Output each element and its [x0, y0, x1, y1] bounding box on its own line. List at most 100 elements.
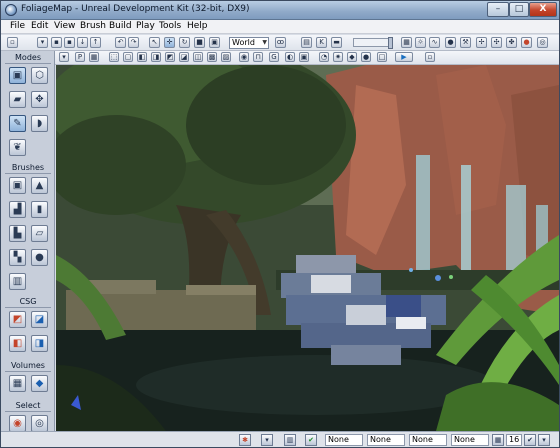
open-map-button[interactable]: ▾ [37, 37, 48, 48]
material-button[interactable]: ◔ [319, 52, 329, 62]
csg-add-button[interactable]: ◩ [9, 311, 26, 328]
menu-play[interactable]: Play [136, 21, 155, 31]
mesh-button[interactable]: ◆ [347, 52, 357, 62]
light-complexity-button[interactable]: ◩ [165, 52, 175, 62]
grid-size-toggle[interactable]: ▦ [492, 434, 504, 446]
texture-align-button[interactable]: ◗ [31, 115, 48, 132]
cylinder-brush-button[interactable]: ▮ [31, 201, 48, 218]
kismet-button[interactable]: K [316, 37, 327, 48]
csg-intersect-button[interactable]: ◧ [9, 335, 26, 352]
content-browser-button[interactable]: ◎ [537, 37, 548, 48]
menu-tools[interactable]: Tools [159, 21, 181, 31]
linear-stair-button[interactable]: ▙ [9, 225, 26, 242]
drag-grid-toggle[interactable]: ▾ [261, 434, 273, 446]
lit-lightmap-button[interactable]: ▨ [221, 52, 231, 62]
import-button[interactable]: ↓ [77, 37, 88, 48]
deselect-button[interactable]: ◎ [31, 415, 48, 432]
menu-file[interactable]: File [10, 21, 25, 31]
cube-brush-button[interactable]: ▣ [9, 177, 26, 194]
record-button[interactable]: ● [521, 37, 532, 48]
geometry-mode-button[interactable]: ⬡ [31, 67, 48, 84]
perspective-toggle[interactable]: P [75, 52, 85, 62]
new-map-button[interactable]: ▫ [7, 37, 18, 48]
particle-button[interactable]: ✷ [333, 52, 343, 62]
slider-knob[interactable] [388, 37, 393, 49]
grid-options-button[interactable]: ▾ [538, 434, 550, 446]
select-actors-button[interactable]: ◉ [9, 415, 26, 432]
menu-brush[interactable]: Brush [80, 21, 106, 31]
lit-button[interactable]: ◧ [137, 52, 147, 62]
volume-list-button[interactable]: ◆ [31, 375, 48, 392]
show-flags-button[interactable]: ◐ [285, 52, 295, 62]
redo-button[interactable]: ↷ [128, 37, 139, 48]
lock-viewport-button[interactable]: ⊓ [253, 52, 263, 62]
close-button[interactable]: X [529, 2, 557, 17]
undo-button[interactable]: ↶ [115, 37, 126, 48]
generic-browser-button[interactable]: ▤ [301, 37, 312, 48]
sphere-brush-button[interactable]: ● [31, 249, 48, 266]
move-mode-button[interactable]: ✥ [31, 91, 48, 108]
grid-size-value[interactable]: 16 [506, 434, 522, 446]
unlit-button[interactable]: ▢ [123, 52, 133, 62]
scale-tool-button[interactable]: ■ [194, 37, 205, 48]
rotation-grid-toggle[interactable]: ▥ [284, 434, 296, 446]
wireframe-toggle[interactable]: ▦ [89, 52, 99, 62]
export-button[interactable]: ↑ [90, 37, 101, 48]
play-on-pc-button[interactable]: ✣ [491, 37, 502, 48]
scale-grid-toggle[interactable]: ✔ [305, 434, 317, 446]
rotate-tool-button[interactable]: ↻ [179, 37, 190, 48]
curved-stair-button[interactable]: ▟ [9, 201, 26, 218]
spiral-stair-button[interactable]: ▚ [9, 249, 26, 266]
sheet-brush-button[interactable]: ▱ [31, 225, 48, 242]
camera-speed-slider[interactable] [353, 37, 393, 49]
coordinate-system-select[interactable]: World ▼ [229, 37, 269, 49]
maximize-viewport-button[interactable]: □ [377, 52, 387, 62]
build-lighting-button[interactable]: ☼ [415, 37, 426, 48]
lightmap-density-button[interactable]: ▩ [207, 52, 217, 62]
csg-deintersect-button[interactable]: ◨ [31, 335, 48, 352]
csg-subtract-button[interactable]: ◪ [31, 311, 48, 328]
matinee-button[interactable]: ▬ [331, 37, 342, 48]
save-button[interactable]: ▪ [51, 37, 62, 48]
menu-edit[interactable]: Edit [31, 21, 48, 31]
terrain-mode-button[interactable]: ▰ [9, 91, 26, 108]
add-volume-button[interactable]: ▦ [9, 375, 26, 392]
camera-mode-button[interactable]: ▣ [9, 67, 26, 84]
viewport-options-button[interactable]: ▾ [59, 52, 69, 62]
shader-complexity-button[interactable]: ◫ [193, 52, 203, 62]
texture-density-button[interactable]: ◪ [179, 52, 189, 62]
play-console-button[interactable]: ✤ [506, 37, 517, 48]
foliage-mode-button[interactable]: ❦ [9, 139, 26, 156]
snap-toggle[interactable]: ✱ [239, 434, 251, 446]
grid-snap-checkbox[interactable]: ✔ [524, 434, 536, 446]
save-all-button[interactable]: ▪ [64, 37, 75, 48]
menu-build[interactable]: Build [109, 21, 132, 31]
perspective-viewport[interactable] [56, 65, 559, 431]
menu-help[interactable]: Help [187, 21, 208, 31]
title-bar[interactable]: FoliageMap - Unreal Development Kit (32-… [1, 1, 559, 20]
stream-button[interactable]: ● [361, 52, 371, 62]
lighting-only-button[interactable]: ◨ [151, 52, 161, 62]
build-geometry-button[interactable]: ▦ [401, 37, 412, 48]
play-in-editor-button[interactable]: ✢ [476, 37, 487, 48]
realtime-icon: ◉ [240, 53, 248, 61]
maximize-button[interactable]: □ [509, 2, 529, 17]
cone-brush-button[interactable]: ▲ [31, 177, 48, 194]
find-actor-button[interactable]: ꝏ [275, 37, 286, 48]
volumetric-brush-button[interactable]: ▥ [9, 273, 26, 290]
nonuniform-scale-button[interactable]: ▣ [209, 37, 220, 48]
game-view-toggle[interactable]: G [269, 52, 279, 62]
minimize-button[interactable]: – [487, 2, 509, 17]
build-paths-button[interactable]: ∿ [429, 37, 440, 48]
translate-tool-button[interactable]: ✛ [164, 37, 175, 48]
select-tool-button[interactable]: ↖ [149, 37, 160, 48]
realtime-toggle[interactable]: ◉ [239, 52, 249, 62]
menu-view[interactable]: View [54, 21, 75, 31]
build-all-button[interactable]: ⚒ [460, 37, 471, 48]
mesh-paint-mode-button[interactable]: ✎ [9, 115, 26, 132]
build-cover-button[interactable]: ● [445, 37, 456, 48]
viewport-close-button[interactable]: ▫ [425, 52, 435, 62]
play-in-viewport-button[interactable]: ▶ [395, 52, 413, 62]
camera-button[interactable]: ▣ [299, 52, 309, 62]
brush-wireframe-button[interactable]: ⬚ [109, 52, 119, 62]
